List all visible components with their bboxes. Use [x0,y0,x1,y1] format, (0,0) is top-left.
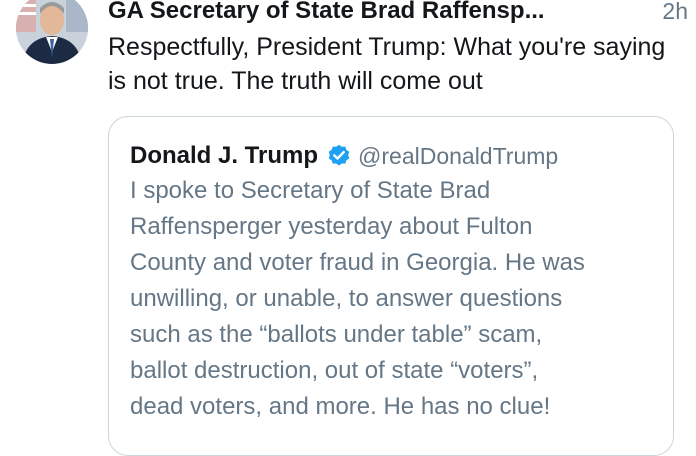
profile-photo [16,0,88,64]
quoted-tweet-header: Donald J. Trump @realDonaldTrump [130,139,558,173]
tweet-text: Respectfully, President Trump: What you'… [108,33,666,95]
quoted-author-name: Donald J. Trump [130,142,319,169]
verified-badge-icon [326,143,352,169]
timestamp[interactable]: 2h [662,0,688,28]
tweet[interactable]: GA Secretary of State Brad Raffensp... 2… [0,0,696,456]
quoted-author-handle: @realDonaldTrump [358,143,559,169]
avatar[interactable] [16,0,88,64]
quoted-tweet-text: I spoke to Secretary of State Brad Raffe… [130,177,585,420]
author-name[interactable]: GA Secretary of State Brad Raffensp... [108,0,545,28]
quoted-tweet[interactable]: Donald J. Trump @realDonaldTrump I spoke… [108,116,674,456]
tweet-header: GA Secretary of State Brad Raffensp... 2… [108,0,688,28]
